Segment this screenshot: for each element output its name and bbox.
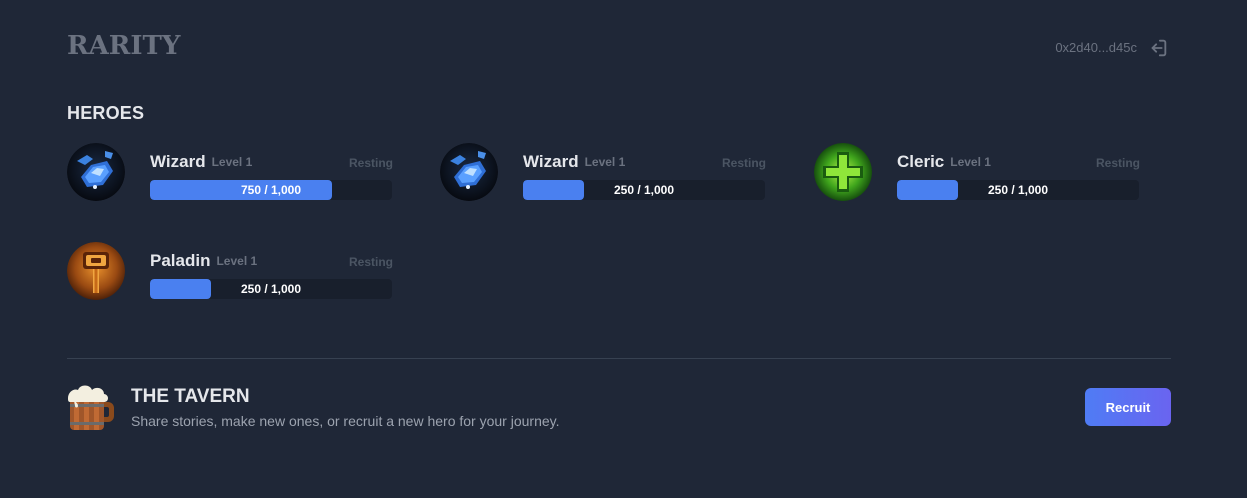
hero-name-text: Paladin — [150, 251, 211, 270]
hero-level: Level 1 — [950, 155, 991, 169]
hero-name: Paladin Level 1 — [150, 251, 257, 271]
xp-bar: 250 / 1,000 — [897, 180, 1139, 200]
app-logo[interactable]: RARITY — [67, 30, 180, 62]
xp-text: 750 / 1,000 — [240, 183, 302, 197]
cleric-cross-icon — [814, 143, 872, 201]
hero-name-text: Wizard — [150, 152, 206, 171]
hero-name-text: Wizard — [523, 152, 579, 171]
page: RARITY 0x2d40...d45c HEROES Wizard Level… — [0, 0, 1247, 498]
wallet-address: 0x2d40...d45c — [1055, 40, 1137, 55]
recruit-button[interactable]: Recruit — [1085, 388, 1171, 426]
xp-bar: 750 / 1,000 — [150, 180, 392, 200]
hero-level: Level 1 — [211, 155, 253, 169]
hero-card[interactable]: Cleric Level 1 Resting 250 / 1,000 — [814, 143, 1140, 203]
beer-mug-icon — [66, 384, 116, 432]
account-menu[interactable]: 0x2d40...d45c — [1055, 36, 1169, 60]
hero-status: Resting — [1095, 156, 1140, 170]
hero-card[interactable]: Paladin Level 1 Resting 250 / 1,000 — [67, 242, 393, 302]
hero-name-text: Cleric — [897, 152, 945, 171]
hero-name: Wizard Level 1 — [523, 152, 625, 172]
wizard-crystal-icon — [67, 143, 125, 201]
xp-text: 250 / 1,000 — [240, 282, 302, 296]
xp-text: 250 / 1,000 — [987, 183, 1049, 197]
xp-bar: 250 / 1,000 — [150, 279, 392, 299]
xp-bar: 250 / 1,000 — [523, 180, 765, 200]
hero-name: Wizard Level 1 — [150, 152, 252, 172]
hero-status: Resting — [721, 156, 766, 170]
tavern-description: Share stories, make new ones, or recruit… — [131, 413, 560, 429]
section-divider — [67, 358, 1171, 359]
heroes-title: HEROES — [67, 103, 145, 123]
hero-level: Level 1 — [216, 254, 258, 268]
hero-status: Resting — [348, 255, 393, 269]
wizard-crystal-icon — [440, 143, 498, 201]
hero-name: Cleric Level 1 — [897, 152, 991, 172]
paladin-hammer-icon — [67, 242, 125, 300]
tavern-title: THE TAVERN — [131, 386, 250, 407]
logout-icon[interactable] — [1147, 37, 1169, 59]
xp-text: 250 / 1,000 — [613, 183, 675, 197]
hero-level: Level 1 — [584, 155, 626, 169]
hero-card[interactable]: Wizard Level 1 Resting 750 / 1,000 — [67, 143, 393, 203]
hero-status: Resting — [348, 156, 393, 170]
hero-card[interactable]: Wizard Level 1 Resting 250 / 1,000 — [440, 143, 766, 203]
